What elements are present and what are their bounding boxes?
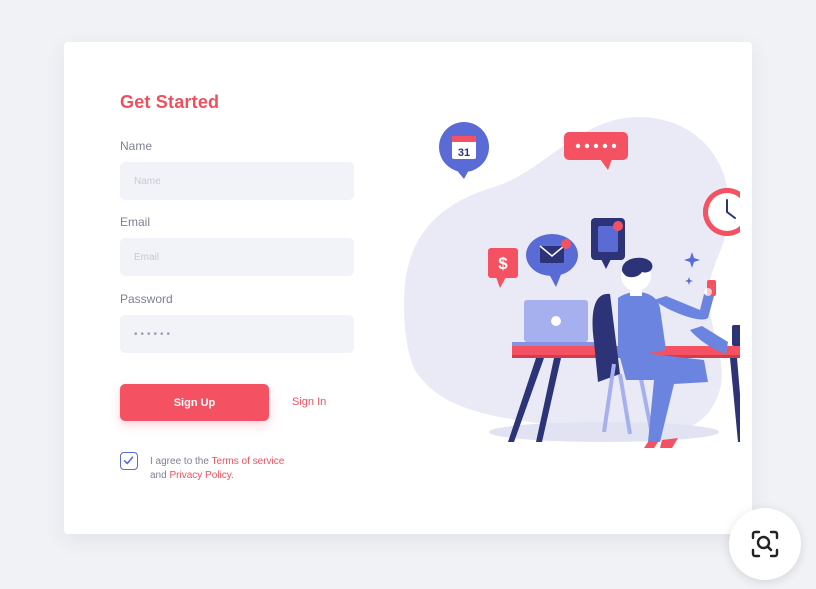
agree-middle: and bbox=[150, 470, 170, 481]
visual-search-button[interactable] bbox=[729, 508, 801, 580]
signup-card: Get Started Name Email Password Sign Up … bbox=[64, 42, 752, 534]
agree-checkbox[interactable] bbox=[120, 452, 138, 470]
laptop-icon bbox=[512, 300, 600, 346]
sign-up-button[interactable]: Sign Up bbox=[120, 384, 269, 421]
sign-in-link[interactable]: Sign In bbox=[292, 396, 326, 408]
terms-link[interactable]: Terms of service bbox=[212, 456, 285, 467]
email-label: Email bbox=[120, 215, 151, 229]
agree-prefix: I agree to the bbox=[150, 456, 212, 467]
privacy-link[interactable]: Privacy Policy bbox=[169, 470, 231, 481]
agree-text: I agree to the Terms of service and Priv… bbox=[150, 455, 350, 483]
email-input[interactable] bbox=[120, 238, 354, 276]
agree-suffix: . bbox=[230, 470, 234, 481]
page-title: Get Started bbox=[120, 92, 220, 112]
workspace-illustration: 31 $ bbox=[404, 117, 740, 448]
zoom-search-icon bbox=[751, 530, 779, 558]
calendar-icon: 31 bbox=[439, 122, 489, 179]
calendar-day: 31 bbox=[458, 147, 470, 159]
money-symbol: $ bbox=[498, 254, 508, 273]
check-icon bbox=[123, 456, 134, 465]
steam bbox=[736, 278, 740, 309]
name-input[interactable] bbox=[120, 162, 354, 200]
coffee-cup-icon bbox=[732, 325, 740, 346]
name-label: Name bbox=[120, 139, 153, 153]
password-label: Password bbox=[120, 292, 173, 306]
password-input[interactable] bbox=[120, 315, 354, 353]
